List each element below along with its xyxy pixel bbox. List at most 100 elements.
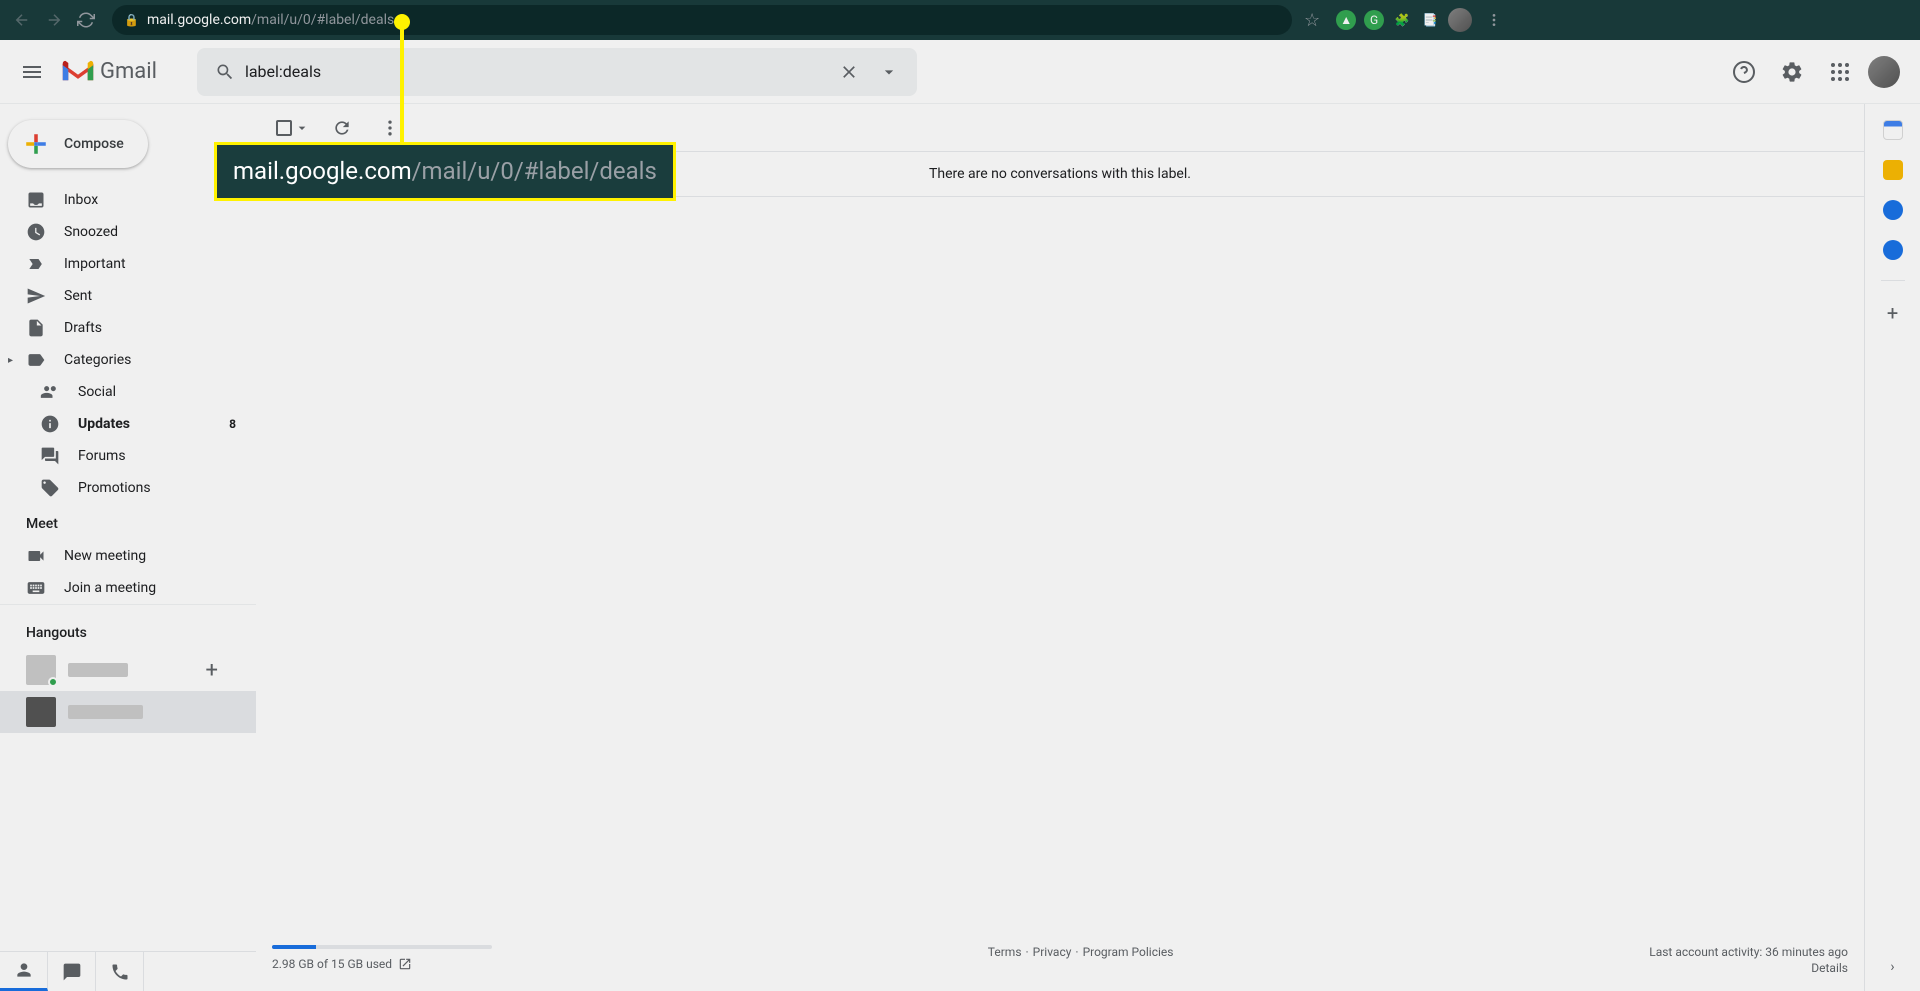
keyboard-icon bbox=[26, 578, 46, 598]
search-input[interactable] bbox=[245, 62, 829, 81]
privacy-link[interactable]: Privacy bbox=[1033, 945, 1072, 959]
sidebar-item-categories[interactable]: ▸ Categories bbox=[0, 344, 248, 376]
url-bar[interactable]: 🔒 mail.google.com/mail/u/0/#label/deals bbox=[112, 5, 1292, 35]
tag-icon bbox=[40, 478, 60, 498]
back-button[interactable] bbox=[8, 6, 36, 34]
support-button[interactable] bbox=[1724, 52, 1764, 92]
get-addons-button[interactable]: + bbox=[1887, 301, 1898, 325]
hangout-name-redacted bbox=[68, 663, 128, 677]
reading-list-icon[interactable]: 📑 bbox=[1420, 10, 1440, 30]
people-icon bbox=[40, 382, 60, 402]
header-right bbox=[1724, 52, 1912, 92]
sidebar-item-updates[interactable]: Updates 8 bbox=[0, 408, 248, 440]
sidebar-item-forums[interactable]: Forums bbox=[0, 440, 248, 472]
apps-button[interactable] bbox=[1820, 52, 1860, 92]
annotation-dot bbox=[394, 14, 410, 30]
annotation-line bbox=[400, 24, 404, 146]
sidebar: Compose Inbox Snoozed Important Sent Dra… bbox=[0, 104, 256, 991]
policies-link[interactable]: Program Policies bbox=[1083, 945, 1174, 959]
important-icon bbox=[26, 254, 46, 274]
hangout-tab-chat[interactable] bbox=[48, 952, 96, 991]
gmail-logo[interactable]: Gmail bbox=[60, 58, 157, 86]
nav-label: Updates bbox=[78, 416, 130, 432]
browser-menu-button[interactable] bbox=[1480, 6, 1508, 34]
clock-icon bbox=[26, 222, 46, 242]
side-panel: + › bbox=[1864, 104, 1920, 991]
details-link[interactable]: Details bbox=[1649, 961, 1848, 975]
search-button[interactable] bbox=[205, 52, 245, 92]
select-all-checkbox[interactable] bbox=[272, 116, 314, 140]
compose-plus-icon bbox=[20, 128, 52, 160]
sidebar-item-social[interactable]: Social bbox=[0, 376, 248, 408]
meet-header: Meet bbox=[0, 504, 256, 540]
hangouts-header: Hangouts bbox=[0, 613, 256, 649]
app-body: Compose Inbox Snoozed Important Sent Dra… bbox=[0, 104, 1920, 991]
calendar-addon[interactable] bbox=[1883, 120, 1903, 140]
browser-toolbar: 🔒 mail.google.com/mail/u/0/#label/deals … bbox=[0, 0, 1920, 40]
hangout-contact[interactable] bbox=[0, 691, 256, 733]
draft-icon bbox=[26, 318, 46, 338]
sidebar-item-new-meeting[interactable]: New meeting bbox=[0, 540, 248, 572]
nav-label: Promotions bbox=[78, 480, 151, 496]
nav-label: Drafts bbox=[64, 320, 102, 336]
sidebar-item-join-meeting[interactable]: Join a meeting bbox=[0, 572, 248, 604]
nav-count: 8 bbox=[229, 417, 236, 431]
status-dot bbox=[48, 677, 58, 687]
contacts-addon[interactable] bbox=[1883, 240, 1903, 260]
label-icon bbox=[26, 350, 46, 370]
storage-text: 2.98 GB of 15 GB used bbox=[272, 957, 392, 971]
video-icon bbox=[26, 546, 46, 566]
gmail-logo-text: Gmail bbox=[100, 59, 157, 84]
sidebar-item-important[interactable]: Important bbox=[0, 248, 248, 280]
main-menu-button[interactable] bbox=[8, 48, 56, 96]
footer-activity: Last account activity: 36 minutes ago De… bbox=[1649, 945, 1848, 975]
settings-button[interactable] bbox=[1772, 52, 1812, 92]
footer: 2.98 GB of 15 GB used Terms · Privacy · … bbox=[256, 929, 1864, 991]
bookmark-star-icon[interactable]: ☆ bbox=[1304, 10, 1320, 31]
lock-icon: 🔒 bbox=[124, 13, 139, 27]
gmail-m-icon bbox=[60, 58, 96, 86]
hangout-tab-contacts[interactable] bbox=[0, 952, 48, 991]
nav-label: New meeting bbox=[64, 548, 146, 564]
hangout-name-redacted bbox=[68, 705, 143, 719]
sidebar-item-inbox[interactable]: Inbox bbox=[0, 184, 248, 216]
send-icon bbox=[26, 286, 46, 306]
url-domain: mail.google.com bbox=[147, 12, 251, 28]
nav-label: Sent bbox=[64, 288, 92, 304]
sidebar-item-sent[interactable]: Sent bbox=[0, 280, 248, 312]
url-path: /mail/u/0/#label/deals bbox=[251, 12, 394, 28]
storage-info: 2.98 GB of 15 GB used bbox=[272, 945, 512, 971]
new-hangout-button[interactable]: + bbox=[206, 658, 218, 683]
extensions-menu-icon[interactable]: 🧩 bbox=[1392, 10, 1412, 30]
hangout-tabs bbox=[0, 951, 256, 991]
nav-label: Inbox bbox=[64, 192, 98, 208]
tasks-addon[interactable] bbox=[1883, 200, 1903, 220]
hangout-contact[interactable]: + bbox=[0, 649, 256, 691]
hangout-avatar bbox=[26, 655, 56, 685]
hangouts-section: Hangouts + bbox=[0, 604, 256, 991]
keep-addon[interactable] bbox=[1883, 160, 1903, 180]
terms-link[interactable]: Terms bbox=[988, 945, 1022, 959]
dropdown-arrow-icon bbox=[294, 120, 310, 136]
compose-button[interactable]: Compose bbox=[8, 120, 148, 168]
reload-button[interactable] bbox=[72, 6, 100, 34]
extension-icons: ▲ G 🧩 📑 bbox=[1336, 6, 1508, 34]
open-external-icon[interactable] bbox=[398, 957, 412, 971]
expand-arrow-icon: ▸ bbox=[8, 355, 13, 366]
clear-search-button[interactable] bbox=[829, 52, 869, 92]
search-options-button[interactable] bbox=[869, 52, 909, 92]
forward-button[interactable] bbox=[40, 6, 68, 34]
collapse-panel-button[interactable]: › bbox=[1890, 959, 1894, 975]
extension-icon[interactable]: G bbox=[1364, 10, 1384, 30]
hangout-tab-phone[interactable] bbox=[96, 952, 144, 991]
sidebar-item-promotions[interactable]: Promotions bbox=[0, 472, 248, 504]
nav-label: Join a meeting bbox=[64, 580, 156, 596]
browser-profile-avatar[interactable] bbox=[1448, 8, 1472, 32]
sidebar-item-snoozed[interactable]: Snoozed bbox=[0, 216, 248, 248]
footer-links: Terms · Privacy · Program Policies bbox=[512, 945, 1649, 959]
nav-label: Social bbox=[78, 384, 116, 400]
sidebar-item-drafts[interactable]: Drafts bbox=[0, 312, 248, 344]
activity-text: Last account activity: 36 minutes ago bbox=[1649, 945, 1848, 959]
extension-icon[interactable]: ▲ bbox=[1336, 10, 1356, 30]
account-avatar[interactable] bbox=[1868, 56, 1900, 88]
